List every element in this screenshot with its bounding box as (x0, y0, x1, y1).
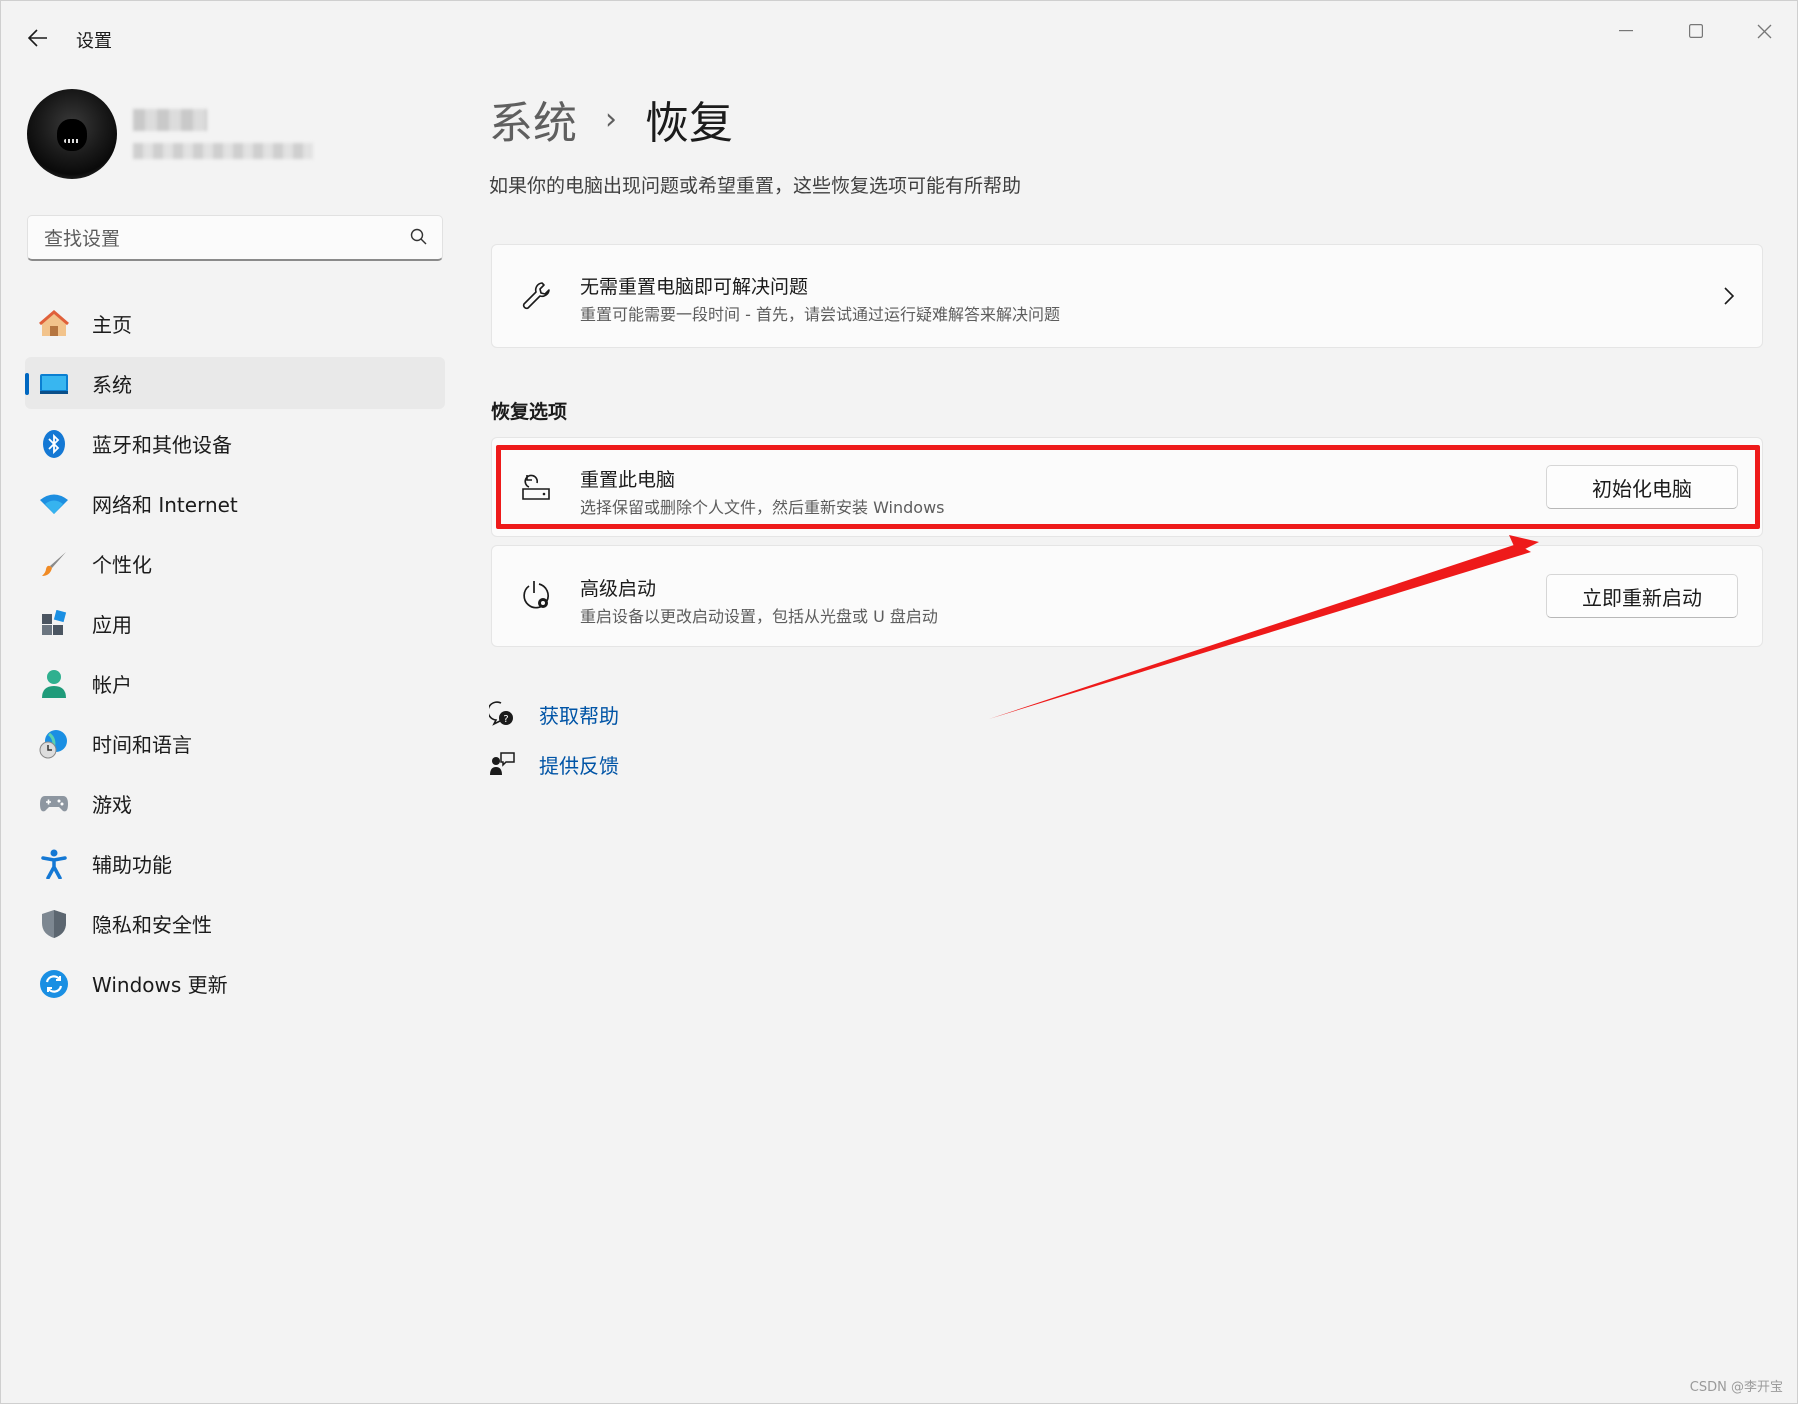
feedback-label[interactable]: 提供反馈 (539, 750, 619, 779)
minimize-button[interactable] (1601, 11, 1651, 51)
sidebar-item-home[interactable]: 主页 (25, 297, 445, 349)
wifi-icon (39, 489, 69, 519)
sidebar-item-privacy[interactable]: 隐私和安全性 (25, 897, 445, 949)
sidebar-item-label: 隐私和安全性 (92, 912, 212, 937)
sidebar-item-label: 网络和 Internet (92, 492, 238, 517)
avatar-grin (64, 139, 80, 143)
avatar-face (57, 119, 87, 151)
windows-update-icon (39, 969, 69, 999)
advanced-startup-title: 高级启动 (580, 578, 657, 600)
search-box[interactable] (27, 215, 443, 261)
close-button[interactable] (1739, 11, 1789, 51)
reset-pc-button[interactable]: 初始化电脑 (1546, 465, 1738, 509)
breadcrumb: 系统 › 恢复 (489, 87, 733, 151)
sidebar-item-label: 时间和语言 (92, 732, 192, 757)
sidebar-item-gaming[interactable]: 游戏 (25, 777, 445, 829)
sidebar-item-network[interactable]: 网络和 Internet (25, 477, 445, 529)
blurred-user-name (133, 109, 207, 131)
wrench-icon (518, 278, 554, 314)
sidebar-item-label: Windows 更新 (92, 972, 228, 997)
watermark: CSDN @李开宝 (1689, 1380, 1783, 1395)
apps-icon (39, 609, 69, 639)
breadcrumb-separator: › (605, 101, 617, 137)
search-icon[interactable] (410, 228, 428, 246)
sidebar-item-label: 个性化 (92, 552, 152, 577)
gamepad-icon (39, 789, 69, 819)
chevron-right-icon (1724, 287, 1734, 305)
accessibility-icon (39, 849, 69, 879)
get-help-icon: ? (489, 701, 515, 727)
sidebar-nav: 主页 系统 蓝牙和其他设备 网络和 Internet 个性化 应用 帐户 时间和… (25, 297, 445, 1017)
time-language-icon (39, 729, 69, 759)
sidebar-item-personalization[interactable]: 个性化 (25, 537, 445, 589)
bluetooth-icon (39, 429, 69, 459)
sidebar-item-label: 系统 (92, 372, 132, 397)
settings-window: 设置 主页 系统 (0, 0, 1798, 1404)
maximize-icon (1689, 24, 1703, 38)
sidebar-item-label: 游戏 (92, 792, 132, 817)
sidebar-item-bluetooth[interactable]: 蓝牙和其他设备 (25, 417, 445, 469)
reset-pc-card: 重置此电脑 选择保留或删除个人文件，然后重新安装 Windows 初始化电脑 (491, 437, 1763, 537)
system-display-icon (39, 369, 69, 399)
get-help-link[interactable]: ? 获取帮助 (489, 701, 619, 728)
app-title: 设置 (76, 31, 112, 52)
sidebar-item-label: 辅助功能 (92, 852, 172, 877)
page-title: 恢复 (645, 98, 733, 149)
sidebar-item-accessibility[interactable]: 辅助功能 (25, 837, 445, 889)
back-button[interactable] (21, 21, 55, 55)
sidebar-item-time-language[interactable]: 时间和语言 (25, 717, 445, 769)
back-arrow-icon (28, 29, 47, 47)
reset-pc-icon (518, 469, 554, 505)
troubleshoot-subtitle: 重置可能需要一段时间 - 首先，请尝试通过运行疑难解答来解决问题 (580, 305, 1060, 324)
section-title: 恢复选项 (491, 401, 568, 423)
reset-pc-subtitle: 选择保留或删除个人文件，然后重新安装 Windows (580, 498, 945, 517)
troubleshoot-title: 无需重置电脑即可解决问题 (580, 276, 809, 298)
svg-text:?: ? (503, 714, 508, 725)
avatar[interactable] (27, 89, 117, 179)
sidebar-item-label: 帐户 (92, 672, 132, 697)
feedback-icon (489, 751, 515, 777)
sidebar-item-label: 主页 (92, 312, 132, 337)
search-input[interactable] (42, 224, 406, 254)
sidebar-item-apps[interactable]: 应用 (25, 597, 445, 649)
title-bar: 设置 (1, 1, 1797, 75)
paintbrush-icon (39, 549, 69, 579)
maximize-button[interactable] (1671, 11, 1721, 51)
close-icon (1757, 24, 1771, 38)
sidebar-item-label: 应用 (92, 612, 132, 637)
account-icon (39, 669, 69, 699)
sidebar-item-label: 蓝牙和其他设备 (92, 432, 232, 457)
shield-icon (39, 909, 69, 939)
get-help-label[interactable]: 获取帮助 (539, 700, 619, 729)
sidebar-item-windows-update[interactable]: Windows 更新 (25, 957, 445, 1009)
minimize-icon (1619, 30, 1633, 32)
reset-pc-title: 重置此电脑 (580, 469, 676, 491)
troubleshoot-card[interactable]: 无需重置电脑即可解决问题 重置可能需要一段时间 - 首先，请尝试通过运行疑难解答… (491, 244, 1763, 348)
advanced-startup-card: 高级启动 重启设备以更改启动设置，包括从光盘或 U 盘启动 立即重新启动 (491, 545, 1763, 647)
home-icon (39, 309, 69, 339)
advanced-startup-subtitle: 重启设备以更改启动设置，包括从光盘或 U 盘启动 (580, 607, 938, 626)
blurred-user-email (133, 143, 313, 159)
page-description: 如果你的电脑出现问题或希望重置，这些恢复选项可能有所帮助 (489, 175, 1022, 197)
sidebar-item-accounts[interactable]: 帐户 (25, 657, 445, 709)
advanced-startup-icon (518, 578, 554, 614)
breadcrumb-parent[interactable]: 系统 (489, 87, 577, 151)
restart-now-button[interactable]: 立即重新启动 (1546, 574, 1738, 618)
feedback-link[interactable]: 提供反馈 (489, 751, 619, 778)
sidebar-item-system[interactable]: 系统 (25, 357, 445, 409)
